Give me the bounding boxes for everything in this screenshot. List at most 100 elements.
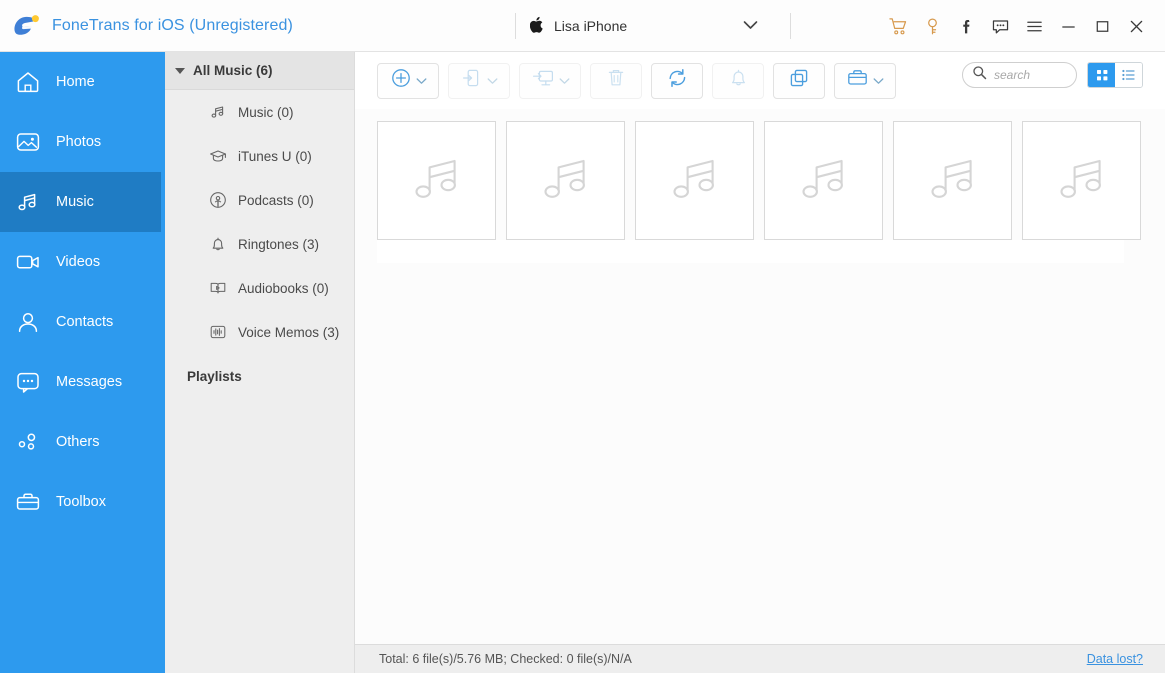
music-thumbnail[interactable] [635, 121, 754, 240]
sidebar-item-label: Contacts [56, 314, 114, 330]
sidebar-item-contacts[interactable]: Contacts [0, 292, 161, 352]
toolbox-icon [14, 488, 42, 516]
main-panel: Total: 6 file(s)/5.76 MB; Checked: 0 fil… [355, 52, 1165, 673]
title-bar: FoneTrans for iOS (Unregistered) Lisa iP… [0, 0, 1165, 52]
messages-icon [14, 368, 42, 396]
close-icon[interactable] [1119, 9, 1153, 43]
grid-view-button[interactable] [1088, 63, 1115, 87]
copy-squares-icon [788, 67, 811, 94]
music-thumbnail[interactable] [764, 121, 883, 240]
music-note-icon [1051, 147, 1113, 214]
thumbnail-caption-band [377, 240, 1124, 263]
category-item-label: Ringtones (3) [238, 236, 320, 252]
others-icon [14, 428, 42, 456]
export-to-pc-icon [531, 67, 555, 94]
fonetrans-window: FoneTrans for iOS (Unregistered) Lisa iP… [0, 0, 1165, 673]
music-note-icon [209, 103, 227, 121]
category-item-itunes-u[interactable]: iTunes U (0) [165, 134, 354, 178]
category-item-label: Music (0) [238, 104, 294, 120]
category-item-label: iTunes U (0) [238, 148, 312, 164]
ringtone-maker-button[interactable] [712, 62, 764, 99]
music-note-icon [406, 147, 468, 214]
toolbox-button[interactable] [834, 62, 896, 99]
maximize-icon[interactable] [1085, 9, 1119, 43]
refresh-icon [666, 67, 689, 94]
sidebar-item-label: Others [56, 434, 100, 450]
action-toolbar [355, 52, 1165, 109]
chevron-down-icon[interactable] [873, 77, 884, 85]
primary-sidebar: Home Photos Music Videos Contacts Messag… [0, 52, 161, 673]
chevron-down-icon[interactable] [487, 77, 498, 85]
chevron-down-icon[interactable] [743, 17, 758, 35]
search-box[interactable] [962, 62, 1077, 88]
sidebar-item-music[interactable]: Music [0, 172, 161, 232]
category-item-ringtones[interactable]: Ringtones (3) [165, 222, 354, 266]
trash-icon [606, 67, 626, 94]
category-item-voice-memos[interactable]: Voice Memos (3) [165, 310, 354, 354]
sidebar-item-label: Home [56, 74, 95, 90]
delete-button[interactable] [590, 62, 642, 99]
music-note-icon [664, 147, 726, 214]
category-item-music[interactable]: Music (0) [165, 90, 354, 134]
sidebar-item-toolbox[interactable]: Toolbox [0, 472, 161, 532]
music-thumbnail[interactable] [893, 121, 1012, 240]
sidebar-item-label: Messages [56, 374, 123, 390]
briefcase-icon [846, 67, 869, 94]
apple-logo-icon [529, 16, 545, 37]
music-thumbnail[interactable] [377, 121, 496, 240]
status-bar: Total: 6 file(s)/5.76 MB; Checked: 0 fil… [355, 644, 1165, 673]
podcast-icon [209, 191, 227, 209]
menu-icon[interactable] [1017, 9, 1051, 43]
minimize-icon[interactable] [1051, 9, 1085, 43]
sidebar-item-messages[interactable]: Messages [0, 352, 161, 412]
window-controls [881, 0, 1153, 52]
facebook-icon[interactable] [949, 9, 983, 43]
sidebar-item-others[interactable]: Others [0, 412, 161, 472]
category-all-music-header[interactable]: All Music (6) [165, 52, 354, 90]
category-item-audiobooks[interactable]: Audiobooks (0) [165, 266, 354, 310]
search-icon [972, 65, 987, 85]
music-note-icon [922, 147, 984, 214]
music-note-icon [535, 147, 597, 214]
add-button[interactable] [377, 62, 439, 99]
videos-icon [14, 248, 42, 276]
main-body: Home Photos Music Videos Contacts Messag… [0, 52, 1165, 673]
deduplicate-button[interactable] [773, 62, 825, 99]
sidebar-item-photos[interactable]: Photos [0, 112, 161, 172]
sidebar-item-videos[interactable]: Videos [0, 232, 161, 292]
app-title: FoneTrans for iOS (Unregistered) [52, 16, 293, 34]
chevron-down-icon[interactable] [416, 77, 427, 85]
feedback-message-icon[interactable] [983, 9, 1017, 43]
home-icon [14, 68, 42, 96]
key-icon[interactable] [915, 9, 949, 43]
music-thumbnail[interactable] [1022, 121, 1141, 240]
export-to-pc-button[interactable] [519, 62, 581, 99]
category-item-podcasts[interactable]: Podcasts (0) [165, 178, 354, 222]
category-item-label: Voice Memos (3) [238, 324, 340, 340]
audiobook-icon [209, 279, 227, 297]
playlists-header[interactable]: Playlists [165, 354, 354, 398]
playlists-label: Playlists [187, 368, 242, 384]
photos-icon [14, 128, 42, 156]
content-area [355, 109, 1165, 644]
fonetrans-logo-icon [14, 14, 39, 35]
data-lost-link[interactable]: Data lost? [1087, 652, 1143, 666]
device-name: Lisa iPhone [554, 18, 628, 34]
sidebar-item-home[interactable]: Home [0, 52, 161, 112]
search-container [962, 62, 1077, 88]
chevron-down-icon[interactable] [559, 77, 570, 85]
sidebar-item-label: Videos [56, 254, 101, 270]
export-to-device-button[interactable] [448, 62, 510, 99]
cart-icon[interactable] [881, 9, 915, 43]
triangle-down-icon [175, 67, 185, 74]
refresh-button[interactable] [651, 62, 703, 99]
plus-circle-icon [390, 67, 412, 94]
list-view-button[interactable] [1115, 63, 1142, 87]
export-to-phone-icon [461, 67, 483, 94]
search-input[interactable] [994, 68, 1066, 82]
contacts-icon [14, 308, 42, 336]
music-thumbnail[interactable] [506, 121, 625, 240]
music-grid [377, 121, 1151, 240]
device-selector[interactable]: Lisa iPhone [515, 9, 792, 43]
sidebar-item-label: Music [56, 194, 94, 210]
